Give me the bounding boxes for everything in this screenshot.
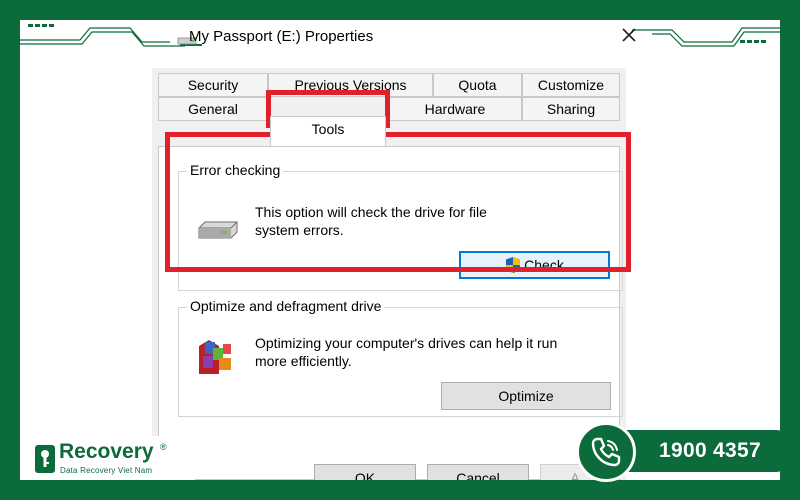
optimize-group: Optimize and defragment drive Optimizing… — [178, 298, 623, 417]
brand-subtitle: Data Recovery Viet Nam — [60, 466, 153, 475]
check-button-label: Check — [524, 257, 564, 273]
properties-dialog: Security Previous Versions Quota Customi… — [152, 68, 626, 480]
brand-logo: Recovery ® Data Recovery Viet Nam — [20, 436, 195, 480]
optimize-desc-line1: Optimizing your computer's drives can he… — [255, 335, 558, 351]
error-checking-label: Error checking — [187, 162, 284, 178]
key-lock-icon — [35, 445, 55, 473]
error-checking-group: Error checking This option will check th… — [178, 162, 623, 291]
tab-previous-versions[interactable]: Previous Versions — [268, 73, 433, 97]
ok-button[interactable]: OK — [314, 464, 416, 480]
error-checking-description: This option will check the drive for fil… — [255, 203, 487, 239]
tab-tools[interactable]: Tools — [270, 116, 386, 146]
window-title: My Passport (E:) Properties — [189, 28, 374, 45]
phone-icon — [591, 437, 621, 467]
drive-icon — [198, 221, 238, 239]
hotline-number: 1900 4357 — [659, 439, 761, 462]
tab-quota[interactable]: Quota — [433, 73, 522, 97]
close-icon[interactable] — [618, 23, 640, 47]
phone-badge — [576, 422, 636, 482]
tab-general[interactable]: General — [158, 97, 268, 121]
tab-hardware[interactable]: Hardware — [388, 97, 522, 121]
defrag-icon — [199, 340, 231, 374]
tab-sharing[interactable]: Sharing — [522, 97, 620, 121]
tab-customize[interactable]: Customize — [522, 73, 620, 97]
optimize-description: Optimizing your computer's drives can he… — [255, 334, 557, 370]
tab-security[interactable]: Security — [158, 73, 268, 97]
optimize-button[interactable]: Optimize — [441, 382, 611, 410]
error-checking-desc-line1: This option will check the drive for fil… — [255, 204, 487, 220]
brand-name: Recovery — [59, 440, 154, 463]
optimize-label: Optimize and defragment drive — [187, 298, 385, 314]
uac-shield-icon — [506, 257, 521, 273]
optimize-desc-line2: more efficiently. — [255, 353, 352, 369]
cancel-button[interactable]: Cancel — [427, 464, 529, 480]
check-button[interactable]: Check — [459, 251, 610, 279]
tools-panel: Error checking This option will check th… — [158, 146, 623, 480]
registered-mark: ® — [160, 442, 167, 452]
error-checking-desc-line2: system errors. — [255, 222, 344, 238]
screenshot-frame: My Passport (E:) Properties Security Pre… — [20, 20, 780, 480]
circuit-decoration-right — [632, 27, 780, 47]
